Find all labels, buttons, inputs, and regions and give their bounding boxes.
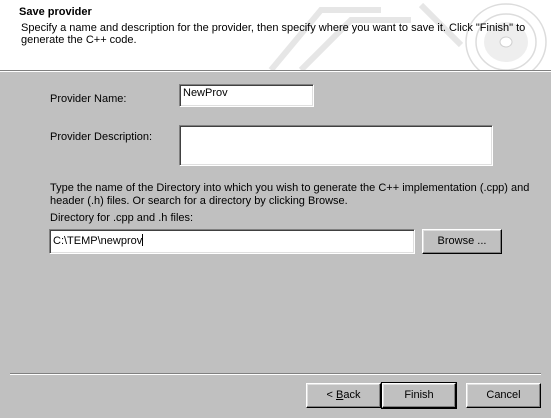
provider-name-label: Provider Name: xyxy=(50,93,127,105)
provider-name-input[interactable]: NewProv xyxy=(179,84,314,107)
provider-description-label: Provider Description: xyxy=(50,131,153,143)
footer-separator xyxy=(10,373,541,375)
back-button-prefix: < xyxy=(326,389,336,401)
provider-name-value: NewProv xyxy=(183,87,228,99)
page-title: Save provider xyxy=(19,6,92,18)
browse-button[interactable]: Browse ... xyxy=(422,229,502,254)
text-caret xyxy=(142,234,144,246)
cancel-button[interactable]: Cancel xyxy=(466,383,541,408)
back-button-rest: ack xyxy=(343,389,361,401)
browse-button-label: Browse ... xyxy=(437,235,487,247)
provider-description-input[interactable] xyxy=(179,125,493,166)
wizard-header: Save provider Specify a name and descrip… xyxy=(0,0,551,71)
directory-instructions: Type the name of the Directory into whic… xyxy=(50,182,530,207)
page-description: Specify a name and description for the p… xyxy=(21,22,526,46)
directory-value: C:\TEMP\newprov xyxy=(53,235,143,247)
finish-button-label: Finish xyxy=(404,389,434,401)
directory-label: Directory for .cpp and .h files: xyxy=(50,212,194,224)
directory-input[interactable]: C:\TEMP\newprov xyxy=(49,229,415,254)
finish-button[interactable]: Finish xyxy=(381,382,457,409)
back-button[interactable]: < Back xyxy=(306,383,381,408)
cancel-button-label: Cancel xyxy=(486,389,521,401)
